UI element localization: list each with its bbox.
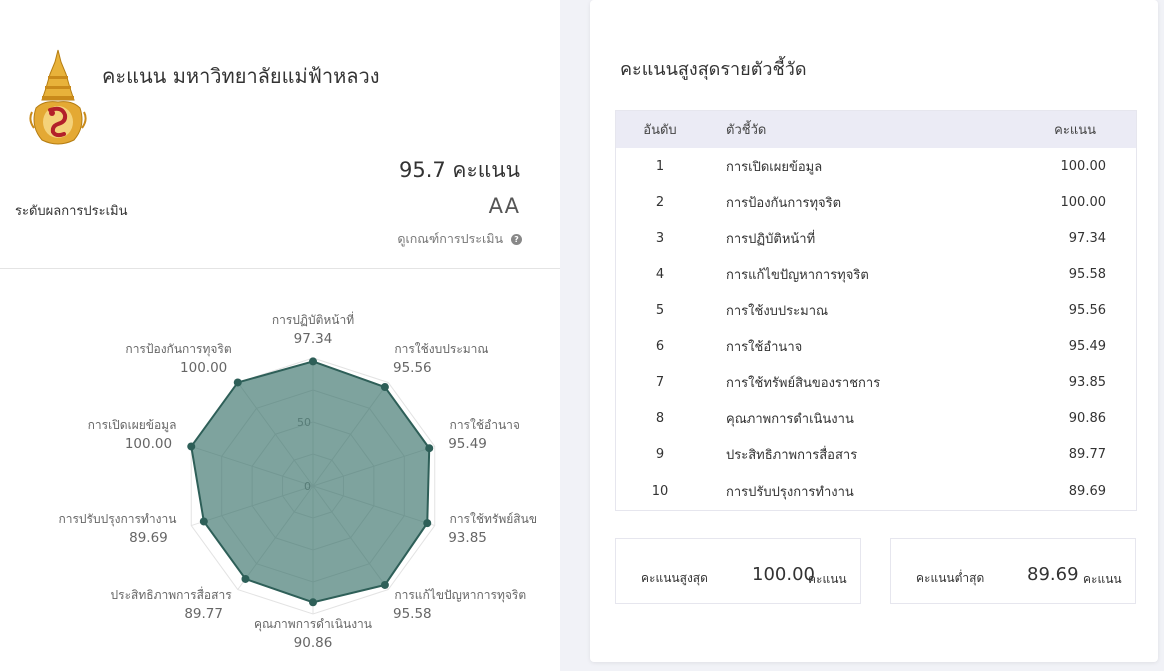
radar-point bbox=[309, 598, 317, 607]
radar-axis-label: การป้องกันการทุจริต bbox=[125, 342, 231, 357]
column-header-score: คะแนน bbox=[1054, 123, 1096, 138]
score-cell: 100.00 bbox=[1060, 194, 1107, 210]
table-row: 4 การแก้ไขปัญหาการทุจริต 95.58 bbox=[616, 256, 1136, 292]
radar-axis-label: การปรับปรุงการทำงาน bbox=[58, 512, 176, 527]
radar-value-label: 90.86 bbox=[294, 635, 333, 651]
criteria-link[interactable]: ดูเกณฑ์การประเมิน ? bbox=[397, 229, 522, 249]
table-row: 8 คุณภาพการดำเนินงาน 90.86 bbox=[616, 400, 1136, 436]
table-row: 1 การเปิดเผยข้อมูล 100.00 bbox=[616, 148, 1136, 184]
score-panel: คะแนน มหาวิทยาลัยแม่ฟ้าหลวง 95.7 คะแนน ร… bbox=[0, 0, 560, 671]
radar-value-label: 95.49 bbox=[448, 436, 487, 452]
total-score: 95.7 คะแนน bbox=[398, 158, 520, 182]
max-score-label: คะแนนสูงสุด bbox=[641, 571, 708, 585]
radar-value-label: 100.00 bbox=[125, 436, 172, 452]
assessment-level-value: AA bbox=[488, 194, 520, 218]
radar-value-label: 89.77 bbox=[184, 606, 223, 622]
rank-cell: 3 bbox=[655, 230, 665, 246]
university-emblem-logo bbox=[29, 49, 87, 145]
radar-axis-label: การเปิดเผยข้อมูล bbox=[88, 418, 177, 433]
radar-point bbox=[309, 357, 317, 366]
score-cell: 95.58 bbox=[1068, 266, 1106, 282]
rank-cell: 1 bbox=[655, 158, 665, 174]
radar-value-label: 93.85 bbox=[448, 530, 487, 546]
top-indicators-card: คะแนนสูงสุดรายตัวชี้วัด อันดับ ตัวชี้วัด… bbox=[590, 0, 1158, 662]
radar-axis-label: การใช้ทรัพย์สินข bbox=[450, 512, 537, 526]
radar-axis-label: ประสิทธิภาพการสื่อสาร bbox=[111, 586, 233, 602]
indicator-cell: การเปิดเผยข้อมูล bbox=[726, 159, 823, 175]
table-row: 10 การปรับปรุงการทำงาน 89.69 bbox=[616, 472, 1136, 510]
radar-point bbox=[380, 580, 389, 589]
indicator-cell: การใช้ทรัพย์สินของราชการ bbox=[726, 375, 881, 391]
page-title: คะแนน มหาวิทยาลัยแม่ฟ้าหลวง bbox=[102, 64, 380, 88]
score-header: คะแนน มหาวิทยาลัยแม่ฟ้าหลวง 95.7 คะแนน ร… bbox=[0, 0, 560, 268]
indicator-cell: ประสิทธิภาพการสื่อสาร bbox=[726, 447, 858, 463]
radar-point bbox=[233, 378, 242, 387]
radar-point bbox=[380, 383, 389, 392]
min-score-box: คะแนนต่ำสุด 89.69 คะแนน bbox=[890, 538, 1136, 604]
radar-point bbox=[187, 442, 196, 451]
radar-value-label: 95.56 bbox=[393, 360, 432, 376]
rank-cell: 4 bbox=[655, 266, 665, 282]
rank-cell: 10 bbox=[651, 483, 669, 499]
radar-series-area bbox=[190, 360, 431, 604]
rank-cell: 8 bbox=[655, 410, 665, 426]
radar-value-label: 97.34 bbox=[294, 331, 333, 347]
table-row: 6 การใช้อำนาจ 95.49 bbox=[616, 328, 1136, 364]
radar-axis-label: การใช้อำนาจ bbox=[450, 418, 520, 432]
table-row: 5 การใช้งบประมาณ 95.56 bbox=[616, 292, 1136, 328]
column-header-indicator: ตัวชี้วัด bbox=[726, 123, 767, 138]
table-header: อันดับ ตัวชี้วัด คะแนน bbox=[616, 111, 1136, 148]
score-cell: 89.69 bbox=[1068, 483, 1106, 499]
score-cell: 97.34 bbox=[1068, 230, 1106, 246]
table-row: 7 การใช้ทรัพย์สินของราชการ 93.85 bbox=[616, 364, 1136, 400]
max-score-value: 100.00 bbox=[752, 564, 815, 585]
radar-chart: 050 การปฏิบัติหน้าที่97.34การใช้งบประมาณ… bbox=[58, 311, 537, 651]
radar-axis-label: คุณภาพการดำเนินงาน bbox=[254, 617, 372, 632]
radar-axis-label: การปฏิบัติหน้าที่ bbox=[272, 311, 354, 327]
radar-value-label: 100.00 bbox=[180, 360, 227, 376]
radar-value-label: 89.69 bbox=[129, 530, 168, 546]
criteria-link-label: ดูเกณฑ์การประเมิน bbox=[397, 231, 503, 246]
indicator-cell: การใช้งบประมาณ bbox=[726, 303, 829, 319]
radar-point bbox=[241, 574, 250, 583]
table-row: 3 การปฏิบัติหน้าที่ 97.34 bbox=[616, 220, 1136, 256]
min-score-unit: คะแนน bbox=[1083, 572, 1122, 586]
score-cell: 93.85 bbox=[1068, 374, 1106, 390]
column-header-rank: อันดับ bbox=[643, 123, 677, 138]
indicator-cell: การป้องกันการทุจริต bbox=[726, 195, 842, 211]
rank-cell: 7 bbox=[655, 374, 665, 390]
radar-point bbox=[423, 519, 432, 528]
radar-point bbox=[425, 444, 434, 453]
min-score-value: 89.69 bbox=[1027, 564, 1079, 585]
indicator-table: อันดับ ตัวชี้วัด คะแนน 1 การเปิดเผยข้อมูล… bbox=[615, 110, 1137, 511]
min-score-label: คะแนนต่ำสุด bbox=[916, 571, 985, 585]
indicator-cell: การแก้ไขปัญหาการทุจริต bbox=[726, 267, 869, 283]
score-cell: 95.56 bbox=[1068, 302, 1106, 318]
rank-cell: 6 bbox=[655, 338, 665, 354]
max-score-box: คะแนนสูงสุด 100.00 คะแนน bbox=[615, 538, 861, 604]
rank-cell: 2 bbox=[655, 194, 665, 210]
table-row: 9 ประสิทธิภาพการสื่อสาร 89.77 bbox=[616, 436, 1136, 472]
assessment-level-label: ระดับผลการประเมิน bbox=[15, 204, 128, 219]
radar-series bbox=[187, 357, 434, 607]
question-circle-icon[interactable]: ? bbox=[511, 233, 522, 245]
radar-point bbox=[199, 517, 208, 526]
indicator-cell: การใช้อำนาจ bbox=[726, 339, 803, 355]
radar-value-label: 95.58 bbox=[393, 606, 432, 622]
score-cell: 89.77 bbox=[1068, 446, 1106, 462]
radar-axis-label: การแก้ไขปัญหาการทุจริต bbox=[394, 588, 526, 603]
indicator-cell: การปฏิบัติหน้าที่ bbox=[726, 231, 816, 247]
rank-cell: 9 bbox=[655, 446, 665, 462]
score-cell: 95.49 bbox=[1068, 338, 1106, 354]
radar-axis-label: การใช้งบประมาณ bbox=[394, 342, 488, 356]
indicator-cell: คุณภาพการดำเนินงาน bbox=[726, 411, 854, 427]
max-score-unit: คะแนน bbox=[808, 572, 847, 586]
table-body: 1 การเปิดเผยข้อมูล 100.00 2 การป้องกันการทุจ… bbox=[616, 148, 1136, 510]
table-row: 2 การป้องกันการทุจริต 100.00 bbox=[616, 184, 1136, 220]
indicator-cell: การปรับปรุงการทำงาน bbox=[726, 484, 854, 500]
score-cell: 90.86 bbox=[1068, 410, 1106, 426]
score-cell: 100.00 bbox=[1060, 158, 1107, 174]
rank-cell: 5 bbox=[655, 302, 665, 318]
card-title: คะแนนสูงสุดรายตัวชี้วัด bbox=[620, 59, 807, 80]
